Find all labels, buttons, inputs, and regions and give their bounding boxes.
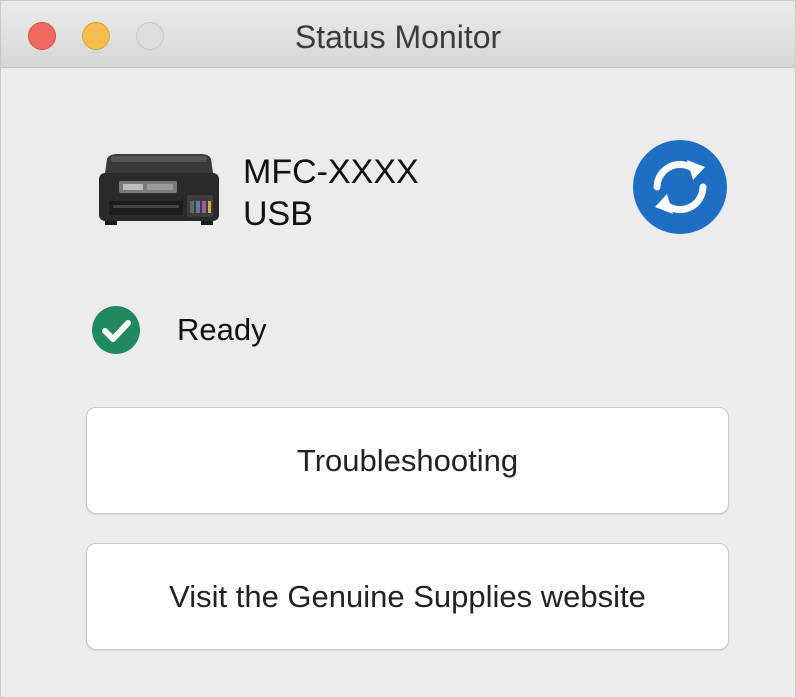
device-name: MFC-XXXX [243,153,419,191]
troubleshooting-button[interactable]: Troubleshooting [86,407,729,514]
status-text: Ready [177,312,267,347]
genuine-supplies-button[interactable]: Visit the Genuine Supplies website [86,543,729,650]
refresh-icon [653,160,707,214]
printer-icon [97,151,221,227]
refresh-button[interactable] [633,140,727,234]
window-title: Status Monitor [294,19,502,55]
title-bar: Status Monitor [1,1,795,68]
device-connection: USB [243,195,313,233]
status-monitor-window: Status Monitor MFC-XXXX USB Ready Troubl… [0,0,796,698]
check-circle-icon [92,306,140,354]
